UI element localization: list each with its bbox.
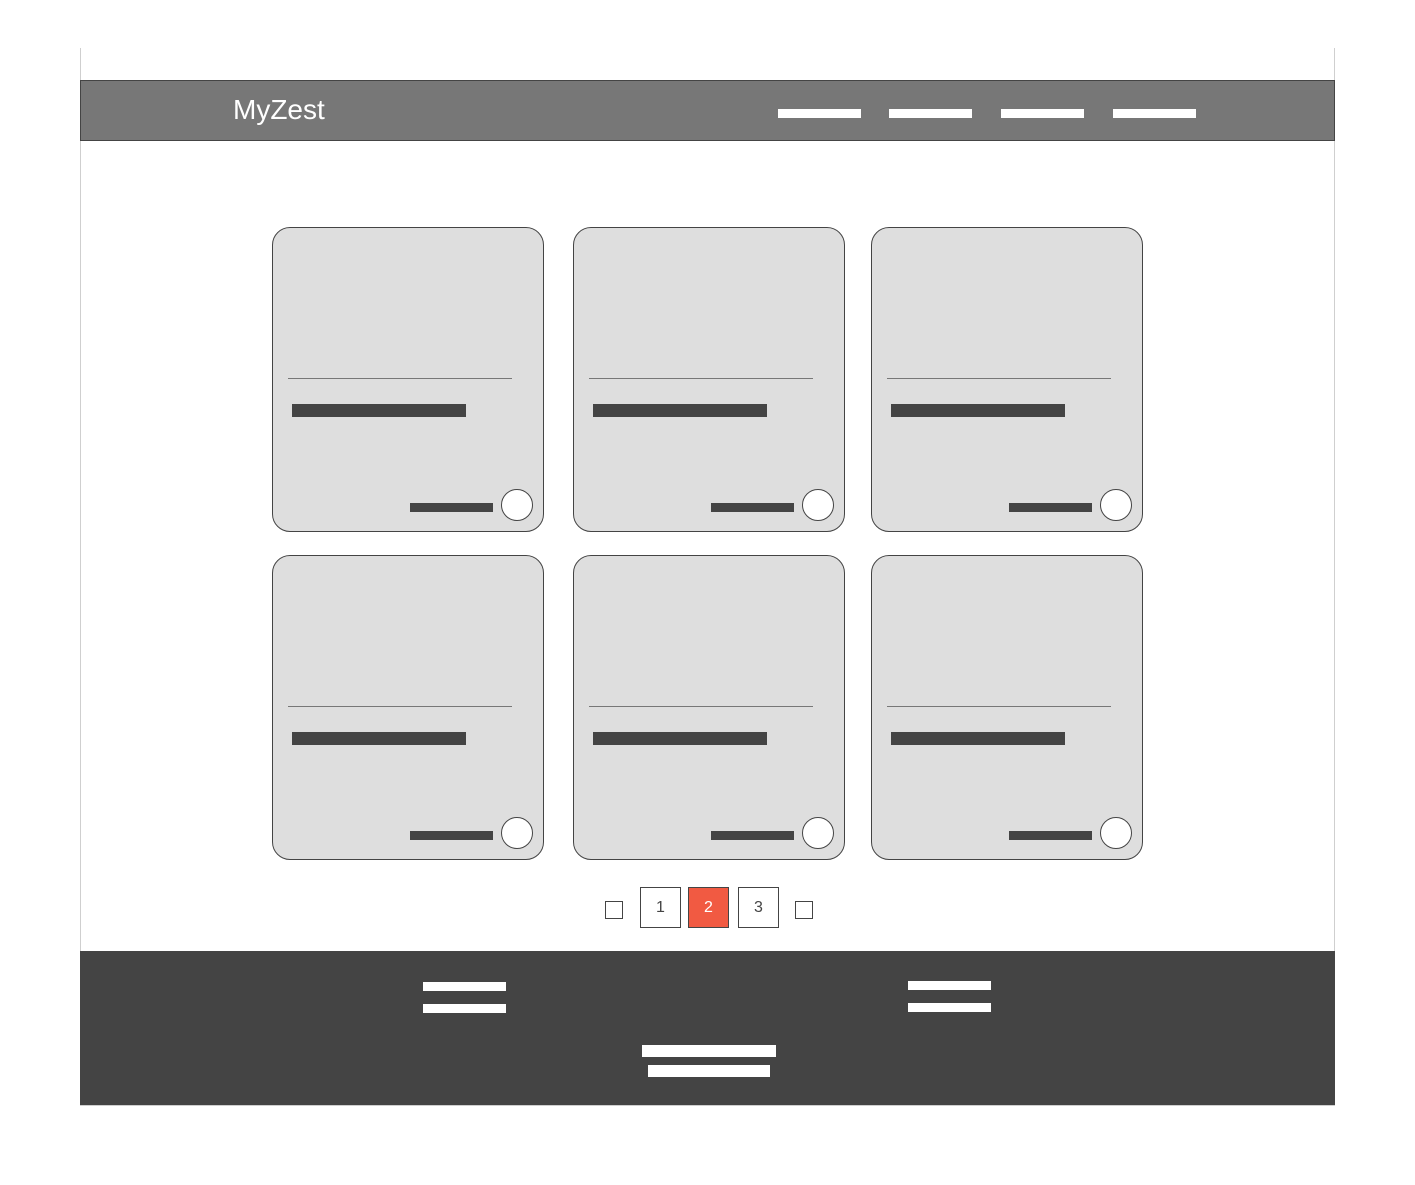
card-meta	[410, 503, 493, 512]
page-2-button[interactable]: 2	[688, 887, 729, 928]
circle-icon[interactable]	[802, 817, 834, 849]
circle-icon[interactable]	[501, 489, 533, 521]
circle-icon[interactable]	[501, 817, 533, 849]
card[interactable]	[272, 555, 544, 860]
card-divider	[887, 706, 1111, 707]
nav-link-2[interactable]	[889, 109, 972, 118]
circle-icon[interactable]	[1100, 817, 1132, 849]
footer-copyright	[642, 1045, 776, 1057]
top-navbar: MyZest	[80, 80, 1335, 141]
card-divider	[288, 378, 512, 379]
next-page-icon[interactable]	[795, 901, 813, 919]
card-divider	[887, 378, 1111, 379]
circle-icon[interactable]	[1100, 489, 1132, 521]
card-title	[593, 404, 767, 417]
card-title	[891, 732, 1065, 745]
footer-link[interactable]	[908, 1003, 991, 1012]
card-title	[891, 404, 1065, 417]
nav-link-3[interactable]	[1001, 109, 1084, 118]
card[interactable]	[573, 555, 845, 860]
card-title	[292, 732, 466, 745]
footer	[80, 951, 1335, 1105]
brand-logo[interactable]: MyZest	[233, 94, 325, 126]
card-meta	[711, 831, 794, 840]
card-meta	[1009, 831, 1092, 840]
card-meta	[410, 831, 493, 840]
footer-link[interactable]	[908, 981, 991, 990]
card[interactable]	[871, 227, 1143, 532]
page-3-button[interactable]: 3	[738, 887, 779, 928]
circle-icon[interactable]	[802, 489, 834, 521]
card[interactable]	[573, 227, 845, 532]
card-meta	[1009, 503, 1092, 512]
card-divider	[589, 706, 813, 707]
page-1-button[interactable]: 1	[640, 887, 681, 928]
card-divider	[288, 706, 512, 707]
card-title	[292, 404, 466, 417]
card-title	[593, 732, 767, 745]
card-divider	[589, 378, 813, 379]
footer-link[interactable]	[423, 1004, 506, 1013]
nav-link-1[interactable]	[778, 109, 861, 118]
card[interactable]	[272, 227, 544, 532]
footer-credit	[648, 1065, 770, 1077]
card[interactable]	[871, 555, 1143, 860]
nav-link-4[interactable]	[1113, 109, 1196, 118]
footer-link[interactable]	[423, 982, 506, 991]
card-meta	[711, 503, 794, 512]
prev-page-icon[interactable]	[605, 901, 623, 919]
